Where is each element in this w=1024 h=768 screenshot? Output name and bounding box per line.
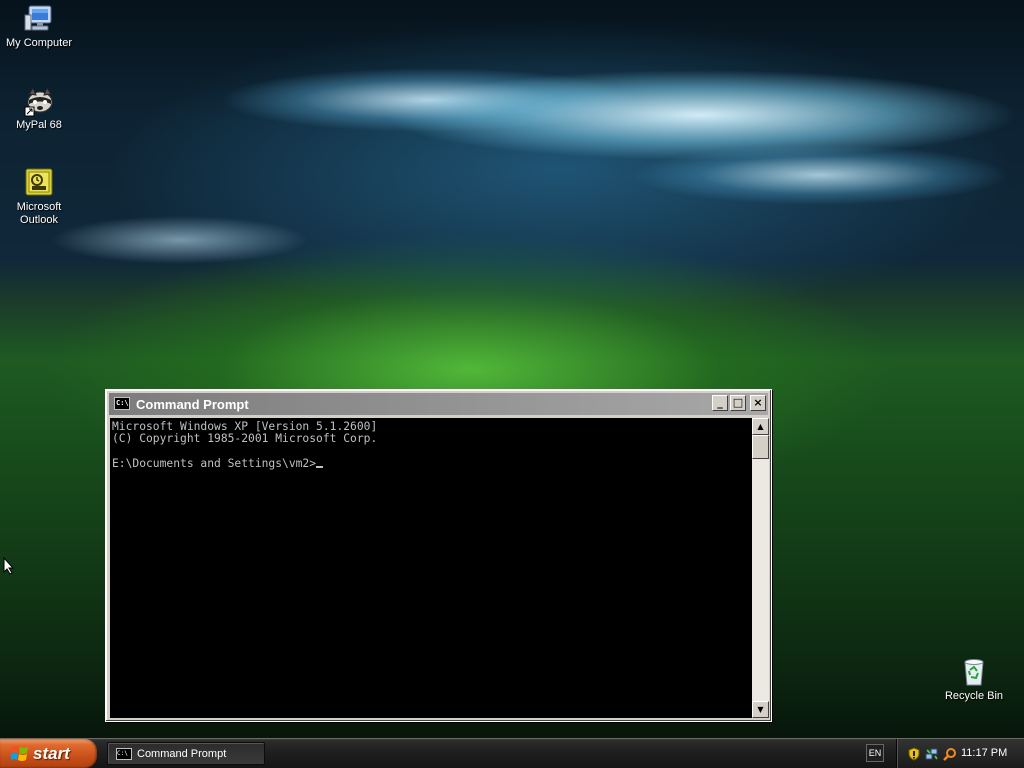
desktop: My Computer MyPal 68 Microsoft Outlook R… [0, 0, 1024, 768]
my-computer-icon [23, 3, 55, 35]
start-label: start [33, 744, 70, 763]
language-indicator[interactable]: EN [866, 744, 884, 762]
vertical-scrollbar[interactable]: ▲ ▼ [752, 418, 769, 718]
scroll-up-button[interactable]: ▲ [752, 418, 769, 435]
network-icon[interactable] [925, 746, 939, 760]
mypal-browser-icon [23, 85, 55, 117]
taskbar-button-command-prompt[interactable]: C:\ Command Prompt [107, 742, 265, 765]
outlook-icon [23, 167, 55, 199]
console-prompt: E:\Documents and Settings\vm2> [112, 457, 317, 471]
outlook-shortcut[interactable]: Microsoft Outlook [1, 167, 77, 227]
recycle-bin-icon [958, 656, 990, 688]
my-computer-shortcut[interactable]: My Computer [1, 3, 77, 50]
console-line: (C) Copyright 1985-2001 Microsoft Corp. [112, 432, 378, 446]
start-button[interactable]: start [0, 739, 97, 768]
window-titlebar[interactable]: C:\ Command Prompt _ □ × [109, 393, 768, 415]
console-window-icon: C:\ [116, 748, 132, 760]
taskbar: start C:\ Command Prompt EN 11:17 PM [0, 738, 1024, 768]
my-computer-label: My Computer [5, 37, 73, 49]
security-shield-icon[interactable] [907, 746, 921, 761]
clock[interactable]: 11:17 PM [961, 747, 1007, 759]
system-tray: 11:17 PM [896, 739, 1024, 768]
window-title: Command Prompt [136, 397, 249, 412]
console-window-icon[interactable]: C:\ [114, 397, 130, 410]
outlook-label-line2: Outlook [20, 214, 58, 226]
taskbar-button-label: Command Prompt [137, 748, 227, 760]
text-cursor [316, 466, 324, 469]
recycle-bin-label: Recycle Bin [944, 690, 1004, 702]
windows-logo-icon [11, 745, 29, 762]
scroll-thumb[interactable] [752, 435, 769, 459]
scroll-down-button[interactable]: ▼ [752, 701, 769, 718]
close-button[interactable]: × [750, 395, 766, 411]
mypal-label: MyPal 68 [16, 119, 62, 131]
recycle-bin-shortcut[interactable]: Recycle Bin [936, 656, 1012, 703]
minimize-button[interactable]: _ [712, 395, 728, 411]
maximize-button[interactable]: □ [730, 395, 746, 411]
mouse-pointer-icon [3, 556, 15, 575]
console-output[interactable]: Microsoft Windows XP [Version 5.1.2600](… [110, 418, 752, 718]
outlook-label-line1: Microsoft [16, 201, 62, 213]
mypal-shortcut[interactable]: MyPal 68 [1, 85, 77, 132]
console-prompt-line: E:\Documents and Settings\vm2> [112, 458, 752, 470]
command-prompt-window[interactable]: C:\ Command Prompt _ □ × Microsoft Windo… [105, 389, 772, 722]
search-icon[interactable] [943, 746, 957, 761]
